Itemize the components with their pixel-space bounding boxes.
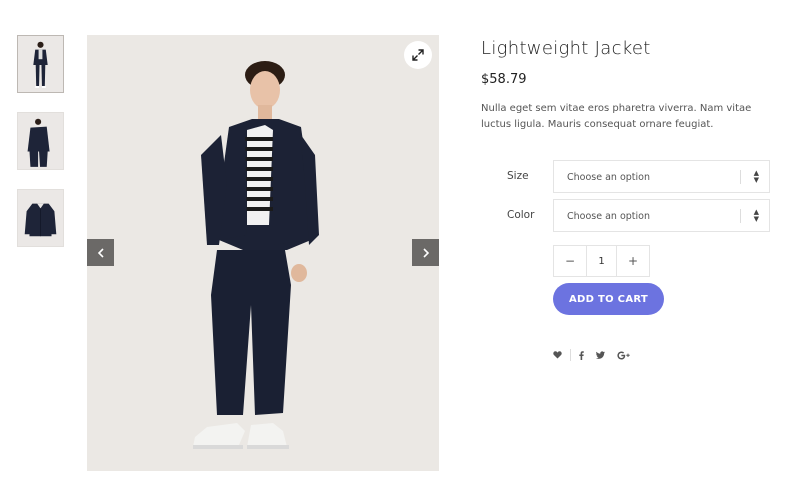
quantity-decrease-button[interactable]: − xyxy=(554,246,586,276)
expand-icon xyxy=(412,46,424,65)
sort-caret-icon: ▲ ▼ xyxy=(753,208,759,223)
quantity-input[interactable]: 1 xyxy=(586,246,617,276)
select-divider xyxy=(740,209,741,223)
size-label: Size xyxy=(507,170,529,182)
size-option-row: Size Choose an option ▲ ▼ xyxy=(481,160,781,193)
zoom-button[interactable] xyxy=(404,41,432,69)
color-select-value: Choose an option xyxy=(567,211,650,222)
chevron-right-icon xyxy=(422,243,430,262)
share-divider xyxy=(570,349,571,361)
color-label: Color xyxy=(507,209,535,221)
product-description: Nulla eget sem vitae eros pharetra viver… xyxy=(481,103,752,130)
main-product-image[interactable] xyxy=(87,35,439,471)
product-title: Lightweight Jacket xyxy=(481,38,651,59)
color-select[interactable]: Choose an option ▲ ▼ xyxy=(553,199,770,232)
add-to-cart-button[interactable]: ADD TO CART xyxy=(553,283,664,315)
facebook-icon[interactable] xyxy=(579,349,584,361)
thumbnail-list xyxy=(17,35,64,266)
heart-icon[interactable] xyxy=(553,349,562,361)
product-info: Lightweight Jacket $58.79 Nulla eget sem… xyxy=(481,38,781,361)
product-price: $58.79 xyxy=(481,72,527,87)
jacket-thumb-image xyxy=(24,203,57,237)
thumbnail-back[interactable] xyxy=(17,112,64,170)
previous-image-button[interactable] xyxy=(87,239,114,266)
thumbnail-jacket[interactable] xyxy=(17,189,64,247)
size-select[interactable]: Choose an option ▲ ▼ xyxy=(553,160,770,193)
quantity-stepper: − 1 + xyxy=(553,245,650,277)
size-select-value: Choose an option xyxy=(567,172,650,183)
quantity-increase-button[interactable]: + xyxy=(617,246,649,276)
twitter-icon[interactable] xyxy=(596,349,605,361)
chevron-left-icon xyxy=(97,243,105,262)
select-divider xyxy=(740,170,741,184)
next-image-button[interactable] xyxy=(412,239,439,266)
share-bar xyxy=(553,349,630,361)
google-plus-icon[interactable] xyxy=(617,349,630,361)
model-figure-image xyxy=(193,61,319,449)
model-front-thumb-image xyxy=(33,41,48,88)
sort-caret-icon: ▲ ▼ xyxy=(753,169,759,184)
thumbnail-front[interactable] xyxy=(17,35,64,93)
color-option-row: Color Choose an option ▲ ▼ xyxy=(481,199,781,232)
model-back-thumb-image xyxy=(27,118,50,167)
